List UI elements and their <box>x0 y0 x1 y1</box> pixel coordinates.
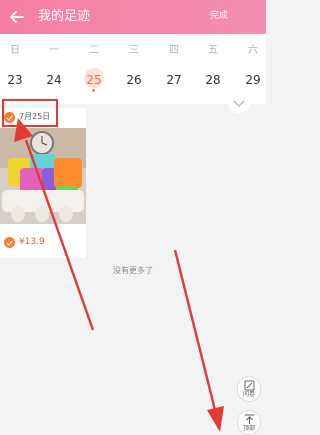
weekday-label: 三 <box>129 45 139 56</box>
check-circle-icon[interactable] <box>4 237 15 248</box>
date-cell[interactable]: 29 <box>238 70 268 90</box>
top-label: 顶部 <box>242 425 255 432</box>
highlight-box <box>2 99 58 127</box>
page-title: 我的足迹 <box>38 9 91 24</box>
date-cell[interactable]: 24 <box>39 70 69 90</box>
back-button[interactable] <box>6 6 28 28</box>
date-cell-selected[interactable]: 25 <box>79 68 109 90</box>
weekday-row: 日 一 二 三 四 五 六 <box>0 44 266 58</box>
date-row: 23 24 25 26 27 28 29 <box>0 68 268 90</box>
weekday-label: 六 <box>248 45 258 56</box>
week-calendar: 日 一 二 三 四 五 六 23 24 25 26 27 28 29 <box>0 34 266 104</box>
date-cell[interactable]: 26 <box>119 70 149 90</box>
feedback-button[interactable]: 问卷 <box>237 376 261 402</box>
date-cell[interactable]: 23 <box>0 70 30 90</box>
weekday-label: 二 <box>89 45 99 56</box>
product-price: ¥13.9 <box>19 237 45 247</box>
done-button[interactable]: 完成 <box>210 10 228 22</box>
weekday-label: 五 <box>208 45 218 56</box>
product-image[interactable] <box>0 128 86 224</box>
back-to-top-button[interactable]: 顶部 <box>237 410 261 435</box>
edit-icon <box>244 380 254 391</box>
weekday-label: 四 <box>169 45 179 56</box>
date-cell[interactable]: 27 <box>159 70 189 90</box>
list-end-text: 没有更多了 <box>113 266 153 275</box>
app-header: 我的足迹 完成 <box>0 0 266 34</box>
arrow-left-icon <box>10 11 24 23</box>
weekday-label: 一 <box>49 45 59 56</box>
annotation-arrow-down <box>173 249 224 432</box>
weekday-label: 日 <box>10 45 20 56</box>
date-cell[interactable]: 28 <box>198 70 228 90</box>
chevron-down-icon <box>233 100 245 107</box>
feedback-label: 问卷 <box>242 391 255 398</box>
expand-calendar-button[interactable] <box>228 95 250 113</box>
arrow-up-icon <box>244 414 254 424</box>
